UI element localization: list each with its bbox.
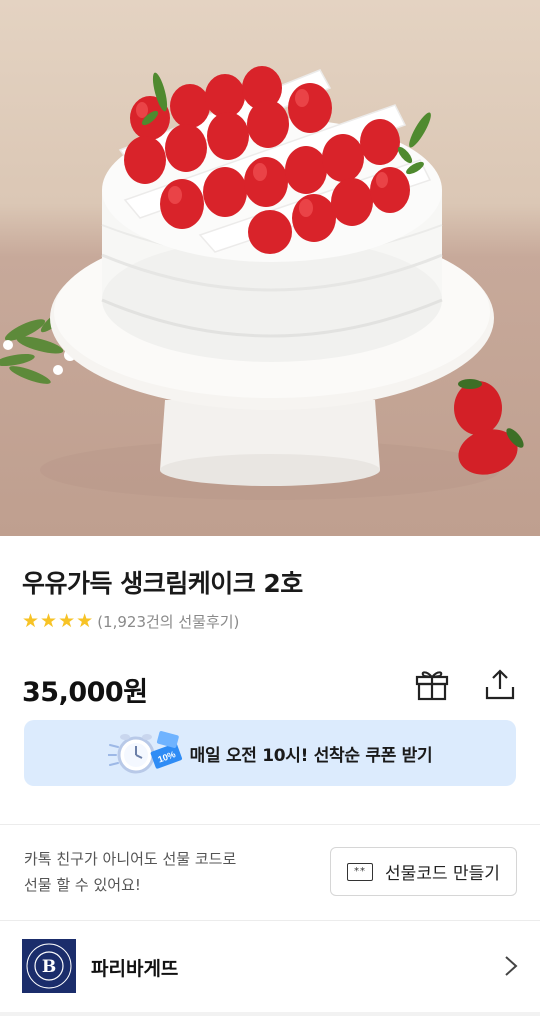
- rating-row[interactable]: ★ ★ ★ ★ (1,923건의 선물후기): [22, 610, 239, 632]
- coupon-clock-icon: 10%: [107, 731, 182, 774]
- brand-name: 파리바게뜨: [91, 958, 179, 980]
- brand-logo: B: [22, 939, 76, 993]
- brand-logo-letter: B: [42, 957, 56, 977]
- gift-icon: [415, 671, 449, 701]
- star-icon: ★: [58, 609, 76, 632]
- brand-row[interactable]: B 파리바게뜨: [0, 922, 540, 1012]
- review-count[interactable]: (1,923건의 선물후기): [97, 611, 239, 632]
- create-gift-code-button[interactable]: ** 선물코드 만들기: [330, 847, 517, 896]
- product-title: 우유가득 생크림케이크 2호: [22, 569, 303, 598]
- chevron-right-icon: [505, 956, 518, 976]
- share-button[interactable]: [480, 664, 520, 704]
- star-rating: ★ ★ ★ ★: [22, 609, 94, 632]
- coupon-text: 매일 오전 10시! 선착순 쿠폰 받기: [189, 745, 433, 766]
- product-price: 35,000원: [22, 677, 148, 708]
- divider: [0, 824, 540, 825]
- gift-code-icon: **: [347, 862, 374, 881]
- gift-button[interactable]: [412, 664, 452, 704]
- divider: [0, 920, 540, 921]
- bottom-divider: [0, 1012, 540, 1016]
- star-icon: ★: [40, 609, 58, 632]
- product-image: [0, 0, 540, 536]
- cake-photo: [0, 66, 524, 500]
- share-icon: [485, 669, 515, 700]
- star-icon: ★: [22, 609, 40, 632]
- coupon-banner[interactable]: 10% 매일 오전 10시! 선착순 쿠폰 받기: [24, 720, 516, 786]
- gift-code-note-line: 선물 할 수 있어요!: [24, 876, 141, 894]
- create-gift-code-label: 선물코드 만들기: [385, 864, 500, 884]
- gift-code-note-line: 카톡 친구가 아니어도 선물 코드로: [24, 850, 237, 868]
- star-icon: ★: [76, 609, 94, 632]
- gift-code-note: 카톡 친구가 아니어도 선물 코드로 선물 할 수 있어요!: [24, 846, 236, 898]
- brand-logo-icon: B: [26, 943, 72, 989]
